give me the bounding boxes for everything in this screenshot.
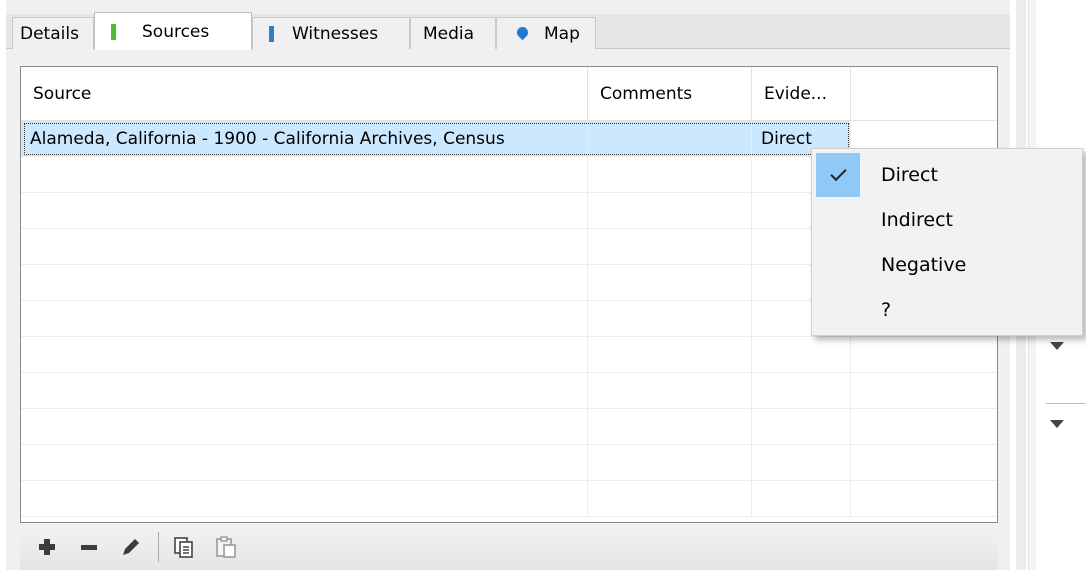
column-header-evidence[interactable]: Evide... [752,67,851,121]
divider [1046,403,1086,404]
empty-row [21,409,997,445]
tab-label: Map [544,23,580,44]
grid-toolbar [20,523,998,570]
grid-header: Source Comments Evide... [21,67,997,121]
blue-bar-icon [269,25,274,42]
menu-item-label: Indirect [881,209,953,231]
menu-item-label: ? [881,299,892,321]
menu-item-unknown[interactable]: ? [816,288,1080,332]
empty-row [21,445,997,481]
tab-label: Witnesses [292,23,379,44]
check-icon [816,153,860,197]
tab-sources[interactable]: Sources [94,12,252,50]
column-header-label: Comments [600,84,693,104]
tab-label: Details [20,23,79,44]
map-pin-icon [517,27,528,41]
menu-item-label: Direct [881,164,938,186]
column-header-filler [851,67,997,121]
cell-comments[interactable] [588,121,752,156]
tab-label: Sources [142,21,210,42]
tab-map[interactable]: Map [496,17,596,49]
tab-strip: Details Sources Witnesses Media Map [6,12,1010,50]
empty-row [21,373,997,409]
column-header-label: Evide... [764,84,827,104]
menu-item-direct[interactable]: Direct [816,153,1080,197]
cell-text: Alameda, California - 1900 - California … [30,128,505,149]
paste-icon[interactable] [211,532,241,562]
menu-item-negative[interactable]: Negative [816,243,1080,287]
tab-label: Media [423,23,475,44]
menu-item-label: Negative [881,254,967,276]
empty-row [21,481,997,517]
column-header-comments[interactable]: Comments [588,67,752,121]
tab-witnesses[interactable]: Witnesses [252,17,410,49]
edit-icon[interactable] [116,532,146,562]
toolbar-separator [158,531,159,562]
empty-row [21,337,997,373]
evidence-dropdown-menu: Direct Indirect Negative ? [811,148,1083,336]
column-header-source[interactable]: Source [21,67,588,121]
chevron-down-icon[interactable] [1050,342,1064,350]
add-icon[interactable] [32,532,62,562]
tab-media[interactable]: Media [410,17,496,49]
chevron-down-icon[interactable] [1050,420,1064,428]
tab-details[interactable]: Details [12,17,94,49]
menu-item-indirect[interactable]: Indirect [816,198,1080,242]
cell-source[interactable]: Alameda, California - 1900 - California … [21,121,588,156]
column-header-label: Source [33,84,92,104]
cell-text: Direct [761,128,812,149]
remove-icon[interactable] [74,532,104,562]
copy-icon[interactable] [169,532,199,562]
green-bar-icon [111,23,116,40]
